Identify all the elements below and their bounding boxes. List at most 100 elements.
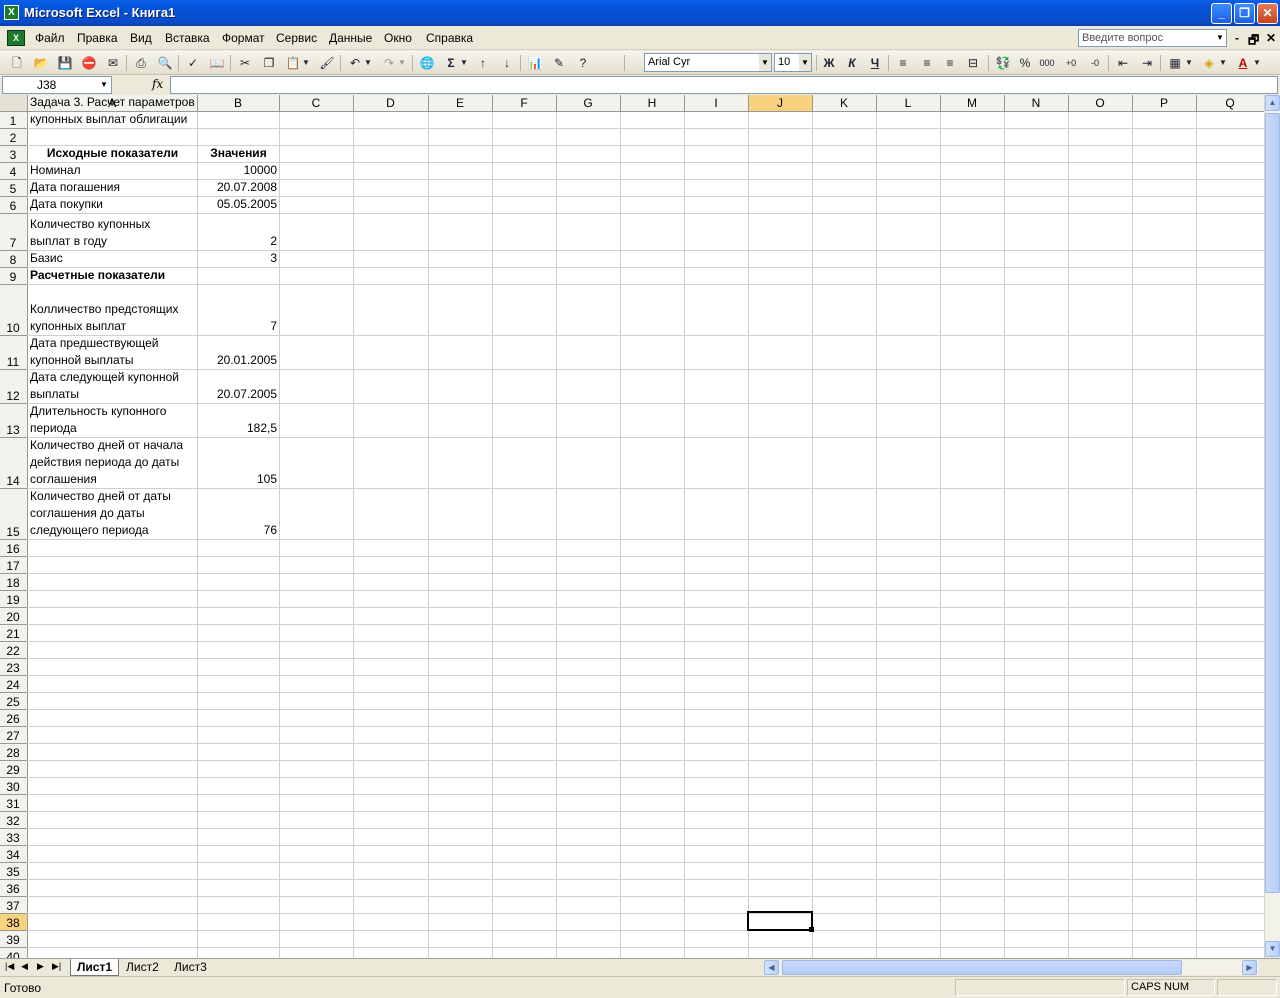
cell-B12[interactable]: 20.07.2005 (198, 369, 279, 403)
row-header-4[interactable]: 4 (0, 162, 26, 179)
document-icon[interactable]: X (7, 30, 25, 46)
doc-close-button[interactable]: ✕ (1266, 31, 1276, 45)
scroll-right-icon[interactable]: ▶ (1242, 960, 1257, 975)
row-header-16[interactable]: 16 (0, 539, 26, 556)
row-header-13[interactable]: 13 (0, 403, 26, 437)
print-icon[interactable]: ⎙ (132, 54, 150, 72)
column-header-D[interactable]: D (353, 95, 428, 111)
scroll-down-icon[interactable]: ▼ (1265, 941, 1280, 957)
doc-minimize-button[interactable]: - (1235, 31, 1239, 45)
row-header-20[interactable]: 20 (0, 607, 26, 624)
font-name-select[interactable]: Arial Cyr ▼ (644, 53, 772, 72)
name-box[interactable]: J38 ▼ (2, 76, 112, 94)
vertical-scroll-thumb[interactable] (1265, 113, 1280, 893)
align-left-icon[interactable]: ≡ (894, 54, 912, 72)
menu-tools[interactable]: Сервис (276, 31, 317, 45)
cell-A3[interactable]: Исходные показатели (28, 145, 197, 162)
cut-icon[interactable]: ✂ (236, 54, 254, 72)
cell-A4[interactable]: Номинал (28, 162, 197, 179)
cell-B3[interactable]: Значения (198, 145, 279, 162)
column-header-G[interactable]: G (556, 95, 620, 111)
save-icon[interactable]: 💾 (56, 54, 74, 72)
chevron-down-icon[interactable]: ▼ (1184, 54, 1194, 72)
help-search-input[interactable]: Введите вопрос ▼ (1078, 29, 1227, 47)
drawing-icon[interactable]: ✎ (550, 54, 568, 72)
row-header-34[interactable]: 34 (0, 845, 26, 862)
cell-B10[interactable]: 7 (198, 284, 279, 335)
doc-restore-button[interactable]: 🗗 (1248, 31, 1259, 52)
underline-button[interactable]: Ч (866, 54, 884, 72)
column-header-K[interactable]: K (812, 95, 876, 111)
row-header-6[interactable]: 6 (0, 196, 26, 213)
decrease-indent-icon[interactable]: ⇤ (1114, 54, 1132, 72)
help-icon[interactable]: ? (574, 54, 592, 72)
cell-B14[interactable]: 105 (198, 437, 279, 488)
chevron-down-icon[interactable]: ▼ (363, 54, 373, 72)
borders-icon[interactable]: ▦ (1166, 54, 1184, 72)
chevron-down-icon[interactable]: ▼ (397, 54, 407, 72)
row-header-10[interactable]: 10 (0, 284, 26, 335)
row-header-5[interactable]: 5 (0, 179, 26, 196)
row-header-26[interactable]: 26 (0, 709, 26, 726)
column-header-F[interactable]: F (492, 95, 556, 111)
excel-app-icon[interactable]: X (4, 5, 19, 20)
spelling-icon[interactable]: ✓ (184, 54, 202, 72)
column-header-H[interactable]: H (620, 95, 684, 111)
cell-B5[interactable]: 20.07.2008 (198, 179, 279, 196)
row-header-40[interactable]: 40 (0, 947, 26, 958)
open-icon[interactable]: 📂 (32, 54, 50, 72)
increase-indent-icon[interactable]: ⇥ (1138, 54, 1156, 72)
column-header-J[interactable]: J (748, 95, 812, 111)
column-header-N[interactable]: N (1004, 95, 1068, 111)
close-button[interactable]: ✕ (1257, 3, 1278, 24)
row-header-24[interactable]: 24 (0, 675, 26, 692)
cell-A5[interactable]: Дата погашения (28, 179, 197, 196)
format-painter-icon[interactable]: 🖌 (318, 54, 336, 72)
merge-center-icon[interactable]: ⊟ (964, 54, 982, 72)
chevron-down-icon[interactable]: ▼ (301, 54, 311, 72)
cell-B4[interactable]: 10000 (198, 162, 279, 179)
scroll-left-icon[interactable]: ◀ (764, 960, 779, 975)
column-header-I[interactable]: I (684, 95, 748, 111)
chevron-down-icon[interactable]: ▼ (1252, 54, 1262, 72)
row-header-12[interactable]: 12 (0, 369, 26, 403)
row-header-14[interactable]: 14 (0, 437, 26, 488)
undo-icon[interactable]: ↶ (346, 54, 364, 72)
last-sheet-icon[interactable]: ▶| (52, 961, 61, 972)
row-header-21[interactable]: 21 (0, 624, 26, 641)
minimize-button[interactable]: _ (1211, 3, 1232, 24)
next-sheet-icon[interactable]: ▶ (37, 961, 44, 972)
function-icon[interactable]: fx (152, 77, 163, 91)
row-header-7[interactable]: 7 (0, 213, 26, 250)
new-icon[interactable]: 🗋 (8, 54, 26, 72)
column-header-Q[interactable]: Q (1196, 95, 1264, 111)
percent-icon[interactable]: % (1016, 54, 1034, 72)
row-header-28[interactable]: 28 (0, 743, 26, 760)
menu-file[interactable]: Файл (35, 31, 65, 45)
row-header-11[interactable]: 11 (0, 335, 26, 369)
row-header-30[interactable]: 30 (0, 777, 26, 794)
increase-decimal-icon[interactable]: +0 (1062, 54, 1080, 72)
column-header-E[interactable]: E (428, 95, 492, 111)
row-header-38[interactable]: 38 (0, 913, 26, 930)
font-size-select[interactable]: 10 ▼ (774, 53, 812, 72)
fill-color-icon[interactable]: ◈ (1200, 54, 1218, 72)
cell-A8[interactable]: Базис (28, 250, 197, 267)
sheet-tab-2[interactable]: Лист2 (120, 959, 165, 976)
cell-A13[interactable]: Длительность купонного периода (28, 403, 197, 437)
vertical-scrollbar[interactable]: ▲ ▼ (1264, 95, 1280, 958)
menu-window[interactable]: Окно (384, 31, 412, 45)
row-header-9[interactable]: 9 (0, 267, 26, 284)
chevron-down-icon[interactable]: ▼ (1214, 30, 1226, 46)
align-center-icon[interactable]: ≡ (918, 54, 936, 72)
row-header-25[interactable]: 25 (0, 692, 26, 709)
column-header-L[interactable]: L (876, 95, 940, 111)
spreadsheet-grid[interactable]: A B C D E F G H I J K L M N O P Q 1 2 3 4 5 6 7 8 9 10 11 12 13 14 15 16… (0, 95, 1264, 958)
decrease-decimal-icon[interactable]: -0 (1086, 54, 1104, 72)
row-header-36[interactable]: 36 (0, 879, 26, 896)
cell-A7[interactable]: Количество купонных выплат в году (28, 213, 197, 250)
first-sheet-icon[interactable]: |◀ (5, 961, 14, 972)
menu-format[interactable]: Формат (222, 31, 265, 45)
scroll-up-icon[interactable]: ▲ (1265, 95, 1280, 111)
sheet-tab-3[interactable]: Лист3 (168, 959, 213, 976)
